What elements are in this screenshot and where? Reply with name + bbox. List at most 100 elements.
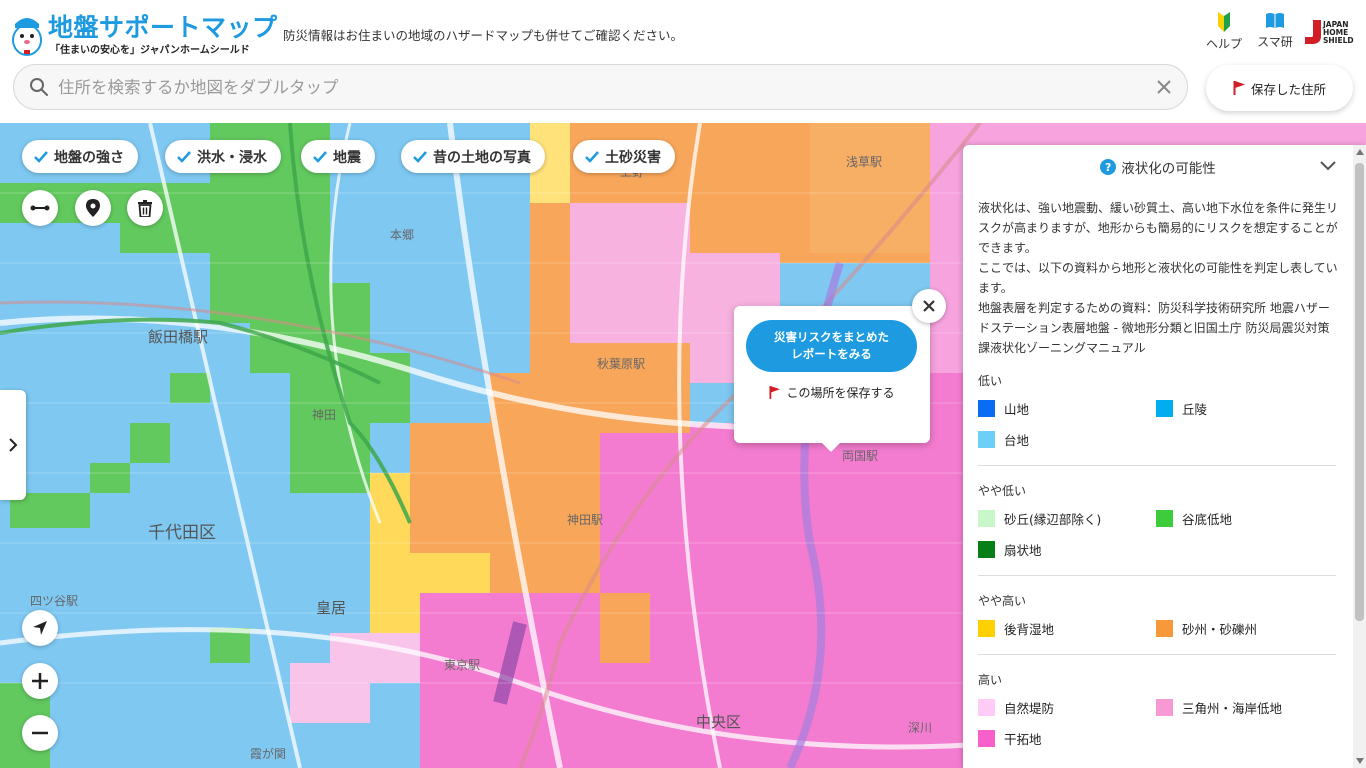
chip-earthquake[interactable]: 地震 xyxy=(301,140,375,173)
pin-button[interactable] xyxy=(75,190,111,226)
saved-addresses-button[interactable]: 保存した住所 xyxy=(1206,65,1353,111)
map-label-tokyo-st: 東京駅 xyxy=(444,658,481,672)
map-label-kanda-st: 神田駅 xyxy=(567,513,604,527)
swatch xyxy=(978,541,995,558)
chip-label: 地震 xyxy=(333,149,361,166)
legend-item-label: 干拓地 xyxy=(1004,732,1042,747)
map-label-asakusa: 浅草駅 xyxy=(846,155,883,169)
legend-item-label: 台地 xyxy=(1004,433,1030,448)
legend-item-back-marsh: 後背湿地 xyxy=(978,619,1054,638)
map-label-fukagawa: 深川 xyxy=(908,721,933,735)
category-low: 低い xyxy=(978,374,1003,388)
zoom-in-button[interactable] xyxy=(22,663,58,699)
measure-button[interactable] xyxy=(22,190,58,226)
search-icon xyxy=(30,78,48,96)
jhs-brand-logo[interactable]: JAPAN HOME SHIELD xyxy=(1303,18,1355,46)
delete-button[interactable] xyxy=(127,190,163,226)
app-header: 地盤サポートマップ 「住まいの安心を」ジャパンホームシールド 防災情報はお住まい… xyxy=(0,0,1366,123)
swatch xyxy=(978,730,995,747)
divider xyxy=(978,575,1336,576)
legend-item-mountain: 山地 xyxy=(978,399,1029,418)
report-line1: 災害リスクをまとめた xyxy=(774,330,889,344)
trash-icon xyxy=(138,199,152,217)
divider xyxy=(978,465,1336,466)
category-high: 高い xyxy=(978,673,1003,687)
scroll-thumb[interactable] xyxy=(1355,163,1364,621)
legend-item-hills: 丘陵 xyxy=(1156,399,1207,418)
chevron-down-icon[interactable] xyxy=(1319,160,1337,172)
chevron-right-icon xyxy=(9,438,18,452)
swatch xyxy=(978,699,995,716)
swatch xyxy=(978,400,995,417)
scroll-down-icon[interactable] xyxy=(1356,758,1364,764)
check-icon xyxy=(34,150,48,163)
help-button[interactable]: ヘルプ xyxy=(1199,12,1249,52)
swatch xyxy=(1156,400,1173,417)
chip-label: 地盤の強さ xyxy=(54,149,124,166)
chip-ground-strength[interactable]: 地盤の強さ xyxy=(22,140,138,173)
clear-icon[interactable] xyxy=(1155,78,1173,96)
mascot-logo-icon xyxy=(12,18,42,56)
map-label-chuo: 中央区 xyxy=(696,713,742,731)
zoom-out-icon xyxy=(32,731,48,735)
legend-item-label: 丘陵 xyxy=(1182,402,1208,417)
side-panel-toggle[interactable] xyxy=(0,390,26,500)
search-input[interactable] xyxy=(58,73,1138,101)
legend-scrollbar[interactable] xyxy=(1353,145,1366,768)
chip-label: 土砂災害 xyxy=(605,149,661,166)
chip-flood[interactable]: 洪水・浸水 xyxy=(165,140,281,173)
measure-icon xyxy=(30,205,50,211)
legend-item-dune: 砂丘(縁辺部除く) xyxy=(978,509,1101,528)
swatch xyxy=(1156,699,1173,716)
close-icon xyxy=(923,300,935,312)
map-label-kanda: 神田 xyxy=(312,408,337,422)
locate-button[interactable] xyxy=(22,610,58,646)
beginner-mark-icon xyxy=(1218,12,1230,32)
legend-item-sandbar: 砂州・砂礫州 xyxy=(1156,619,1257,638)
legend-item-label: 砂州・砂礫州 xyxy=(1182,622,1258,637)
legend-item-levee: 自然堤防 xyxy=(978,698,1054,717)
swatch xyxy=(978,431,995,448)
zoom-out-button[interactable] xyxy=(22,715,58,751)
locate-icon xyxy=(33,621,47,635)
sumaken-label: スマ研 xyxy=(1257,35,1293,49)
legend-item-alluvial-fan: 扇状地 xyxy=(978,540,1042,559)
popup-close-button[interactable] xyxy=(912,289,946,323)
legend-item-plateau: 台地 xyxy=(978,430,1029,449)
zoom-in-icon xyxy=(32,673,48,689)
check-icon xyxy=(585,150,599,163)
legend-item-label: 扇状地 xyxy=(1004,543,1042,558)
flag-icon xyxy=(1233,81,1245,95)
map-label-kasumigaseki: 霞が関 xyxy=(250,747,287,761)
chip-label: 洪水・浸水 xyxy=(197,149,267,166)
question-icon[interactable]: ? xyxy=(1100,159,1117,175)
map-label-yotsuya: 四ツ谷駅 xyxy=(30,594,79,608)
map-label-akihabara: 秋葉原駅 xyxy=(597,357,646,371)
check-icon xyxy=(313,150,327,163)
legend-desc-2: ここでは、以下の資料から地形と液状化の可能性を判定し表しています。 xyxy=(978,261,1338,295)
legend-header[interactable]: ? 液状化の可能性 xyxy=(963,157,1353,177)
legend-item-valley-lowland: 谷底低地 xyxy=(1156,509,1232,528)
book-icon xyxy=(1266,13,1284,28)
pin-icon xyxy=(86,199,100,217)
sumaken-button[interactable]: スマ研 xyxy=(1250,12,1300,50)
legend-item-reclaimed: 干拓地 xyxy=(978,729,1042,748)
scroll-up-icon[interactable] xyxy=(1356,149,1364,155)
app-title[interactable]: 地盤サポートマップ xyxy=(48,8,278,44)
legend-item-label: 谷底低地 xyxy=(1182,512,1233,527)
legend-panel: ? 液状化の可能性 液状化は、強い地震動、緩い砂質土、高い地下水位を条件に発生リ… xyxy=(963,145,1366,768)
map-label-chiyoda: 千代田区 xyxy=(148,523,216,543)
legend-desc-3: 地盤表層を判定するための資料：防災科学技術研究所 地震ハザードステーション表層地… xyxy=(978,301,1330,355)
map-label-ryogoku: 両国駅 xyxy=(842,449,879,463)
jhs-mark-icon xyxy=(1305,20,1321,44)
map-label-iidabashi: 飯田橋駅 xyxy=(148,328,209,346)
check-icon xyxy=(177,150,191,163)
chip-old-photos[interactable]: 昔の土地の写真 xyxy=(401,140,545,173)
chip-landslide[interactable]: 土砂災害 xyxy=(573,140,675,173)
hazard-notice: 防災情報はお住まいの地域のハザードマップも併せてご確認ください。 xyxy=(283,28,684,43)
view-report-button[interactable]: 災害リスクをまとめた レポートをみる xyxy=(746,320,917,372)
help-label: ヘルプ xyxy=(1205,37,1242,51)
save-location-button[interactable]: この場所を保存する xyxy=(734,384,930,401)
map-label-hongo: 本郷 xyxy=(390,228,415,242)
swatch xyxy=(1156,510,1173,527)
